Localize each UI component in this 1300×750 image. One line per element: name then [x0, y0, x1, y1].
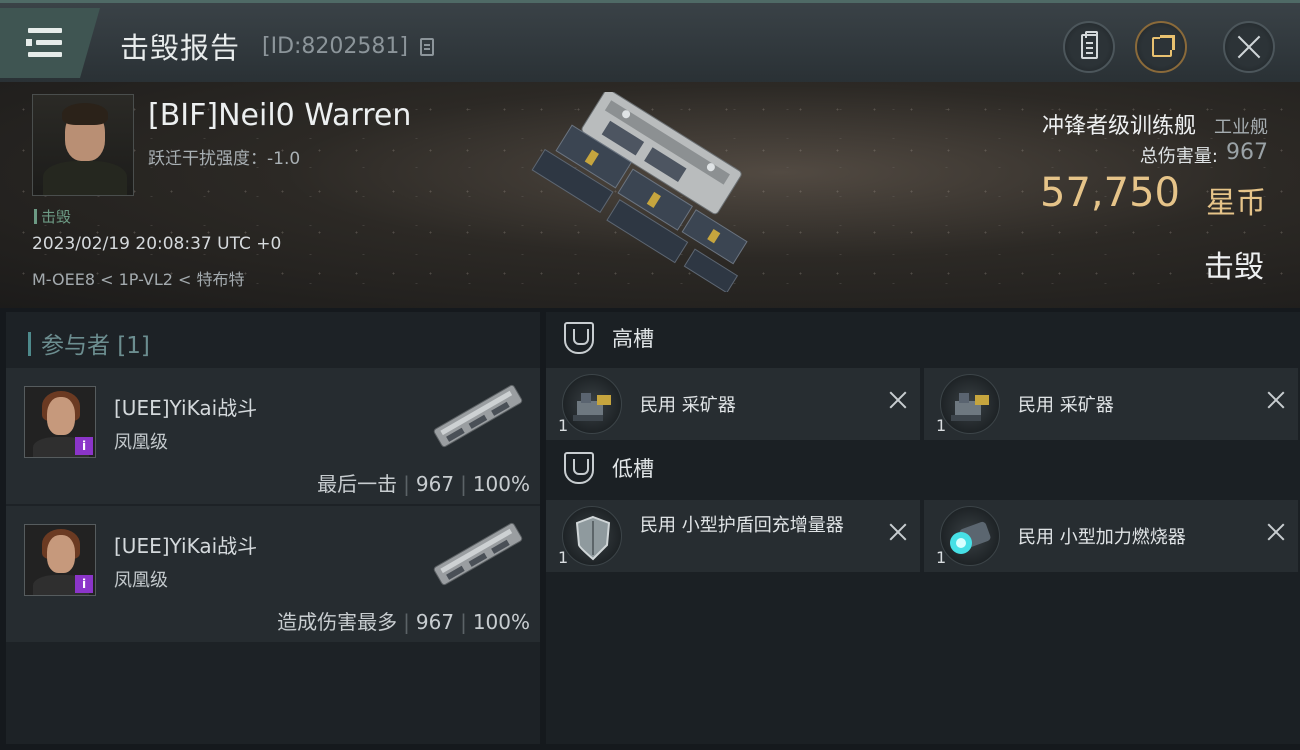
destroyed-x-icon [888, 522, 908, 542]
module-item[interactable]: 1 民用 小型护盾回充增量器 [546, 500, 920, 572]
module-name: 民用 采矿器 [640, 395, 736, 416]
participants-header: 参与者 [1] [28, 326, 150, 360]
close-icon [1236, 34, 1262, 60]
participant-ship-image[interactable] [426, 514, 530, 594]
participant-damage: 967 [415, 610, 455, 634]
victim-ship-class: 工业舰 [1214, 117, 1268, 138]
close-button[interactable] [1223, 21, 1275, 73]
page-title: 击毁报告 [120, 31, 241, 65]
module-item[interactable]: 1 民用 小型加力燃烧器 [924, 500, 1298, 572]
module-quantity: 1 [936, 416, 947, 435]
menu-icon-line [36, 40, 62, 45]
menu-icon-line [28, 52, 62, 57]
stat-separator: | [403, 610, 410, 634]
high-slots-header: 高槽 [564, 322, 654, 354]
isk-value: 57,750 [1040, 170, 1180, 216]
header-bar-accent [28, 332, 31, 356]
destroyed-x-icon [888, 390, 908, 410]
module-quantity: 1 [558, 416, 569, 435]
participant-name: [UEE]YiKai战斗 [114, 396, 258, 420]
participant-ship: 凤凰级 [114, 432, 168, 453]
fitting-panel: 高槽 1 民用 采矿器 1 民用 采矿器 低槽 1 民用 小型护盾回充增量器 1… [546, 312, 1300, 744]
share-icon [1152, 35, 1175, 57]
total-damage-value: 967 [1226, 140, 1268, 165]
participant-role: 最后一击 [317, 472, 398, 496]
portrait-hair [62, 103, 108, 125]
participant-name: [UEE]YiKai战斗 [114, 534, 258, 558]
share-button[interactable] [1135, 21, 1187, 73]
participant-portrait[interactable]: i [24, 386, 96, 458]
menu-icon-dot [26, 39, 32, 46]
victim-ship-image[interactable] [520, 92, 800, 292]
report-id: [ID:8202581] [262, 34, 408, 59]
participant-ship-image[interactable] [426, 376, 530, 456]
copy-icon[interactable] [420, 38, 434, 56]
low-slots-header: 低槽 [564, 452, 654, 484]
portrait-face [47, 397, 75, 435]
portrait-body [43, 161, 127, 195]
info-badge-icon: i [75, 437, 93, 455]
participants-header-label: 参与者 [1] [41, 333, 150, 359]
warp-scramble-strength: 跃迁干扰强度：-1.0 [148, 149, 301, 169]
mining-laser-icon [940, 374, 1000, 434]
participant-card[interactable]: i [UEE]YiKai战斗 凤凰级 最后一击 | 967 | 100% [6, 368, 540, 504]
high-slots-label: 高槽 [612, 327, 654, 351]
participant-ship: 凤凰级 [114, 570, 168, 591]
menu-icon [28, 28, 62, 33]
participant-stats: 最后一击 | 967 | 100% [317, 468, 530, 497]
participant-role: 造成伤害最多 [277, 610, 398, 634]
kill-result: 击毁 [1204, 250, 1264, 285]
header-bar: 击毁报告 [ID:8202581] [0, 0, 1300, 82]
participant-portrait[interactable]: i [24, 524, 96, 596]
module-name: 民用 小型护盾回充增量器 [640, 515, 844, 536]
tag-bar [34, 209, 37, 224]
participant-card[interactable]: i [UEE]YiKai战斗 凤凰级 造成伤害最多 | 967 | 100% [6, 506, 540, 642]
report-button[interactable] [1063, 21, 1115, 73]
victim-name[interactable]: [BIF]Neil0 Warren [148, 98, 411, 133]
high-slot-icon [564, 322, 594, 354]
mining-laser-icon [562, 374, 622, 434]
victim-portrait[interactable] [32, 94, 134, 196]
stat-separator: | [460, 472, 467, 496]
afterburner-icon [940, 506, 1000, 566]
mining-laser-graphic [573, 393, 611, 421]
kill-location[interactable]: M-OEE8 < 1P-VL2 < 特布特 [32, 266, 245, 290]
stat-separator: | [403, 472, 410, 496]
participant-percent: 100% [472, 472, 530, 496]
kill-timestamp: 2023/02/19 20:08:37 UTC +0 [32, 234, 282, 254]
destroyed-x-icon [1266, 390, 1286, 410]
module-name: 民用 小型加力燃烧器 [1018, 527, 1186, 548]
participants-panel: 参与者 [1] i [UEE]YiKai战斗 凤凰级 最后一击 | 967 | 100% [6, 312, 540, 744]
module-quantity: 1 [558, 548, 569, 567]
status-tag-label: 击毁 [41, 208, 72, 226]
low-slots-label: 低槽 [612, 457, 654, 481]
total-damage-label: 总伤害量: [1139, 146, 1218, 167]
portrait-face [47, 535, 75, 573]
kill-summary: [BIF]Neil0 Warren 跃迁干扰强度：-1.0 击毁 2023/02… [0, 82, 1300, 308]
low-slot-icon [564, 452, 594, 484]
isk-unit: 星币 [1206, 186, 1266, 221]
clipboard-icon [1081, 31, 1098, 59]
destroyed-x-icon [1266, 522, 1286, 542]
module-item[interactable]: 1 民用 采矿器 [924, 368, 1298, 440]
stat-separator: | [460, 610, 467, 634]
shield-graphic [575, 515, 611, 561]
victim-ship-name[interactable]: 冲锋者级训练舰 [1042, 108, 1196, 140]
shield-extender-icon [562, 506, 622, 566]
participant-percent: 100% [472, 610, 530, 634]
info-badge-icon: i [75, 575, 93, 593]
module-item[interactable]: 1 民用 采矿器 [546, 368, 920, 440]
afterburner-graphic [950, 521, 991, 554]
menu-button[interactable] [0, 8, 100, 78]
mining-laser-graphic [951, 393, 989, 421]
participant-stats: 造成伤害最多 | 967 | 100% [277, 606, 530, 635]
status-tag: 击毁 [34, 206, 71, 227]
participant-damage: 967 [415, 472, 455, 496]
module-quantity: 1 [936, 548, 947, 567]
module-name: 民用 采矿器 [1018, 395, 1114, 416]
